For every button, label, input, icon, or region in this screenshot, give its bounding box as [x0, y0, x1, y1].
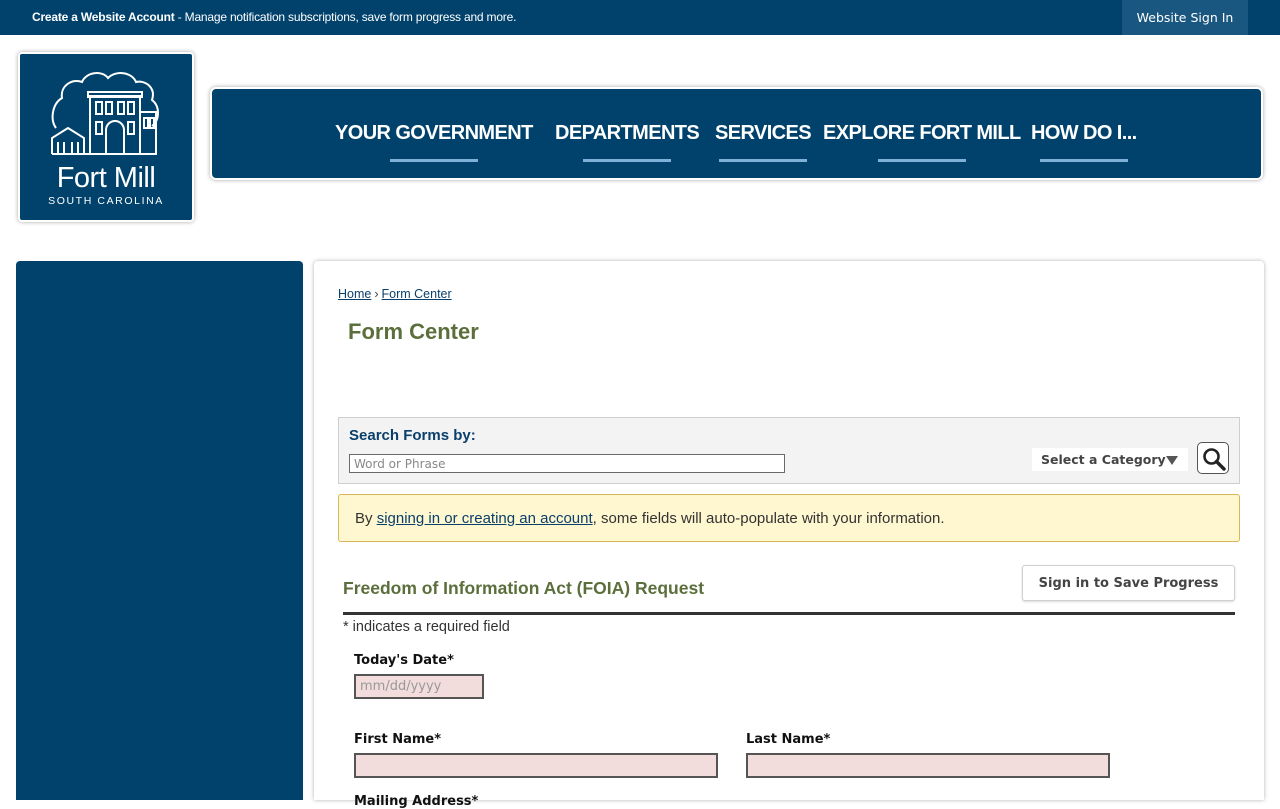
- breadcrumb-home-link[interactable]: Home: [338, 287, 371, 301]
- logo-name: Fort Mill: [56, 162, 156, 194]
- page-title: Form Center: [348, 319, 479, 344]
- search-icon: [1203, 448, 1226, 471]
- site-logo[interactable]: Fort Mill SOUTH CAROLINA: [18, 52, 194, 222]
- form-title: Freedom of Information Act (FOIA) Reques…: [343, 578, 705, 598]
- search-label: Search Forms by:: [349, 427, 476, 444]
- nav-item-how-do-i[interactable]: HOW DO I...: [1031, 122, 1137, 162]
- category-select-label: Select a Category: [1041, 452, 1166, 467]
- nav-underline: [1039, 159, 1128, 162]
- create-account-message[interactable]: Create a Website Account - Manage notifi…: [32, 10, 516, 24]
- first-name-label: First Name*: [354, 732, 442, 747]
- first-name-field[interactable]: [354, 753, 718, 778]
- main-navigation: YOUR GOVERNMENT DEPARTMENTS SERVICES EXP…: [210, 87, 1263, 180]
- nav-item-explore-fort-mill[interactable]: EXPLORE FORT MILL: [823, 122, 1021, 162]
- required-field-note: * indicates a required field: [343, 619, 510, 635]
- town-hall-icon: [51, 72, 159, 155]
- form-search-panel: Search Forms by: Select a Category: [338, 417, 1240, 484]
- nav-item-label: SERVICES: [715, 122, 812, 144]
- nav-item-label: EXPLORE FORT MILL: [823, 122, 1021, 144]
- last-name-field[interactable]: [746, 753, 1110, 778]
- website-sign-in-button[interactable]: Website Sign In: [1122, 0, 1248, 35]
- sign-in-to-save-progress-button[interactable]: Sign in to Save Progress: [1022, 565, 1235, 601]
- nav-item-label: DEPARTMENTS: [555, 122, 700, 144]
- todays-date-field[interactable]: [354, 674, 484, 699]
- nav-item-label: YOUR GOVERNMENT: [335, 122, 533, 144]
- main-content: Home › Form Center Form Center Search Form…: [314, 261, 1264, 809]
- nav-item-services[interactable]: SERVICES: [715, 122, 812, 162]
- search-button[interactable]: [1197, 442, 1229, 474]
- notice-suffix: , some fields will auto-populate with yo…: [592, 510, 945, 527]
- form-divider: [343, 612, 1235, 615]
- notice-prefix: By: [355, 510, 377, 527]
- todays-date-label: Today's Date*: [354, 653, 454, 668]
- nav-underline: [583, 159, 672, 162]
- search-input[interactable]: [349, 454, 785, 473]
- nav-item-your-government[interactable]: YOUR GOVERNMENT: [335, 122, 533, 162]
- create-account-link[interactable]: Create a Website Account: [32, 10, 175, 24]
- breadcrumb: Home › Form Center: [338, 287, 452, 301]
- chevron-down-icon: [1166, 456, 1178, 465]
- create-account-description: - Manage notification subscriptions, sav…: [174, 10, 517, 24]
- breadcrumb-separator: ›: [374, 287, 379, 301]
- nav-underline: [389, 159, 478, 162]
- nav-underline: [718, 159, 807, 162]
- sign-in-notice: By signing in or creating an account, so…: [338, 494, 1240, 542]
- sidebar: [16, 261, 303, 800]
- breadcrumb-form-center-link[interactable]: Form Center: [382, 287, 452, 301]
- nav-item-label: HOW DO I...: [1031, 122, 1137, 144]
- nav-item-departments[interactable]: DEPARTMENTS: [555, 122, 700, 162]
- mailing-address-label: Mailing Address*: [354, 794, 479, 809]
- nav-underline: [877, 159, 966, 162]
- last-name-label: Last Name*: [746, 732, 831, 747]
- top-bar: Create a Website Account - Manage notifi…: [0, 0, 1280, 35]
- sign-in-or-create-account-link[interactable]: signing in or creating an account: [377, 510, 593, 527]
- logo-subtitle: SOUTH CAROLINA: [48, 195, 164, 207]
- category-select[interactable]: Select a Category: [1032, 448, 1188, 471]
